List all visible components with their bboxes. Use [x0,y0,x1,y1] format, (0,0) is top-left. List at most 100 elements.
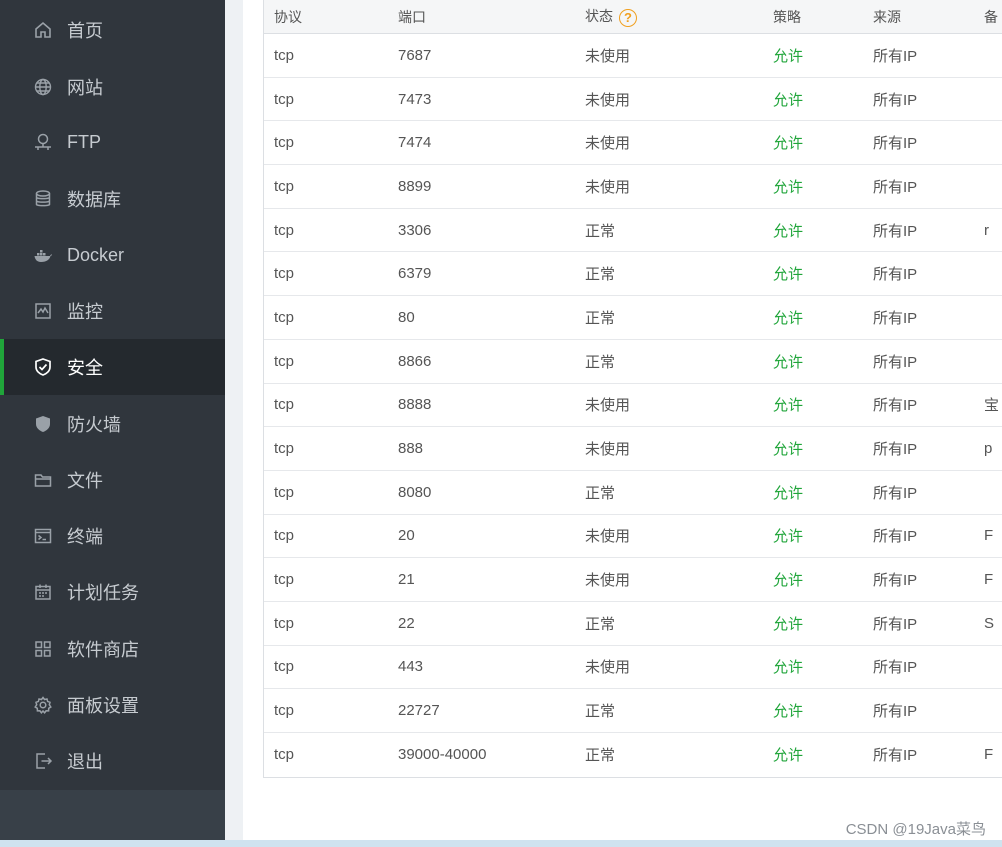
cell-status: 未使用 [585,397,631,415]
table-row: tcp 8080 正常 允许 所有IP [264,471,1002,515]
cell-protocol: tcp [274,571,295,589]
cell-status: 未使用 [585,135,631,153]
cell-note: F [984,746,994,764]
cell-port: 8866 [398,352,432,370]
cell-port: 8899 [398,177,432,195]
firewall-icon [33,414,53,434]
header-status-label: 状态 [585,8,613,25]
cell-policy[interactable]: 允许 [773,132,803,153]
cell-port: 22727 [398,702,440,720]
sidebar-item-4[interactable]: Docker [0,227,225,283]
cell-policy[interactable]: 允许 [773,307,803,328]
cell-source: 所有IP [873,222,918,240]
cell-note: 宝 [984,397,1000,415]
cell-protocol: tcp [274,134,295,152]
cell-protocol: tcp [274,221,295,239]
cell-source: 所有IP [873,353,918,371]
sidebar-item-1[interactable]: 网站 [0,59,225,115]
table-header: 协议 端口 状态? 策略 来源 备 [264,0,1002,34]
cell-protocol: tcp [274,308,295,326]
cell-port: 443 [398,658,424,676]
cell-status: 未使用 [585,572,631,590]
folder-icon [33,470,53,490]
cell-source: 所有IP [873,91,918,109]
cell-policy[interactable]: 允许 [773,263,803,284]
cell-policy[interactable]: 允许 [773,700,803,721]
cell-protocol: tcp [274,483,295,501]
sidebar: 首页网站 FTP 数据库 Docker 监控安全防火墙 文件 终端计划任务软件商店 面板设置退… [0,0,225,847]
sidebar-item-2[interactable]: FTP [0,114,225,170]
table-row: tcp 22727 正常 允许 所有IP [264,689,1002,733]
table-row: tcp 21 未使用 允许 所有IP F [264,558,1002,602]
cell-port: 6379 [398,265,432,283]
sidebar-item-label: 网站 [67,78,103,98]
cell-port: 39000-40000 [398,746,487,764]
cell-source: 所有IP [873,659,918,677]
terminal-icon [33,526,53,546]
cell-policy[interactable]: 允许 [773,525,803,546]
cell-policy[interactable]: 允许 [773,220,803,241]
sidebar-item-8[interactable]: 文件 [0,452,225,508]
sidebar-item-11[interactable]: 软件商店 [0,621,225,677]
cell-status: 正常 [585,309,616,327]
cell-source: 所有IP [873,309,918,327]
cell-policy[interactable]: 允许 [773,351,803,372]
cell-policy[interactable]: 允许 [773,656,803,677]
cell-note: F [984,527,994,545]
firewall-panel: 协议 端口 状态? 策略 来源 备 tcp 7687 未使用 允许 所有IP tcp 747… [243,0,1002,840]
cell-port: 7473 [398,90,432,108]
sidebar-item-label: 安全 [67,358,103,378]
cell-policy[interactable]: 允许 [773,569,803,590]
cell-policy[interactable]: 允许 [773,45,803,66]
cell-port: 7474 [398,134,432,152]
cell-source: 所有IP [873,47,918,65]
sidebar-item-0[interactable]: 首页 [0,2,225,58]
table-row: tcp 7473 未使用 允许 所有IP [264,78,1002,122]
sidebar-item-9[interactable]: 终端 [0,508,225,564]
sidebar-item-3[interactable]: 数据库 [0,171,225,227]
table-row: tcp 39000-40000 正常 允许 所有IP F [264,733,1002,777]
gear-icon [33,695,53,715]
cell-policy[interactable]: 允许 [773,438,803,459]
cell-policy[interactable]: 允许 [773,176,803,197]
cell-protocol: tcp [274,46,295,64]
cell-note: S [984,614,995,632]
header-protocol: 协议 [274,8,302,25]
cell-port: 8888 [398,396,432,414]
sidebar-item-6[interactable]: 安全 [0,339,225,395]
cell-status: 正常 [585,703,616,721]
table-row: tcp 7474 未使用 允许 所有IP [264,121,1002,166]
cell-protocol: tcp [274,90,295,108]
sidebar-item-10[interactable]: 计划任务 [0,564,225,620]
cell-port: 3306 [398,221,432,239]
sidebar-item-label: 计划任务 [67,583,139,603]
sidebar-item-13[interactable]: 退出 [0,733,225,789]
cell-policy[interactable]: 允许 [773,482,803,503]
help-icon[interactable]: ? [619,8,637,27]
sidebar-item-7[interactable]: 防火墙 [0,396,225,452]
cell-port: 8080 [398,483,432,501]
cell-status: 未使用 [585,441,631,459]
cell-source: 所有IP [873,441,918,459]
globe-icon [33,77,53,97]
cell-policy[interactable]: 允许 [773,613,803,634]
cell-policy[interactable]: 允许 [773,89,803,110]
cell-status: 未使用 [585,528,631,546]
cell-status: 正常 [585,615,616,633]
sidebar-item-label: Docker [67,244,125,265]
cell-port: 80 [398,308,415,326]
cell-source: 所有IP [873,484,918,502]
cell-status: 正常 [585,353,616,371]
cell-policy[interactable]: 允许 [773,744,803,765]
monitor-icon [33,301,53,321]
bottom-strip [0,840,1002,847]
cell-port: 22 [398,614,415,632]
grid-icon [33,639,53,659]
cell-protocol: tcp [274,265,295,283]
header-port: 端口 [398,8,426,25]
cell-protocol: tcp [274,396,295,414]
sidebar-item-12[interactable]: 面板设置 [0,677,225,733]
sidebar-item-label: 监控 [67,302,103,322]
sidebar-item-5[interactable]: 监控 [0,283,225,339]
cell-policy[interactable]: 允许 [773,394,803,415]
